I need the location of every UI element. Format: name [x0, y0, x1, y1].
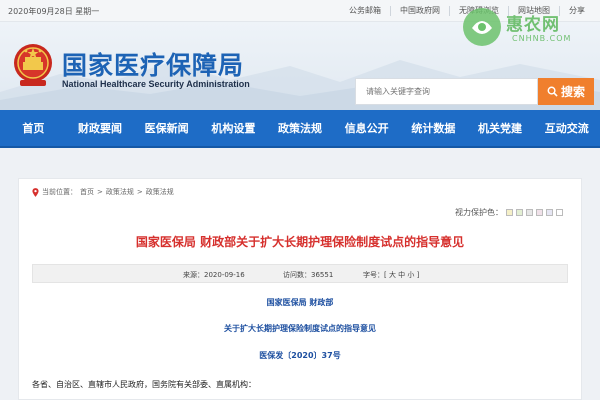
- site-title-cn[interactable]: 国家医疗保障局: [62, 46, 244, 82]
- meta-views: 访问数：36551: [283, 271, 334, 279]
- eye-protect-label: 视力保护色：: [455, 208, 503, 217]
- watermark-text: 惠农网: [506, 15, 560, 35]
- breadcrumb-home[interactable]: 首页: [80, 187, 94, 197]
- breadcrumb-separator: >: [136, 188, 143, 196]
- nav-organization[interactable]: 机构设置: [200, 110, 267, 146]
- link-official-mail[interactable]: 公务邮箱: [340, 6, 390, 16]
- watermark-sub: CNHNB.COM: [512, 34, 572, 43]
- main-nav: 首页 财政要闻 医保新闻 机构设置 政策法规 信息公开 统计数据 机关党建 互动…: [0, 110, 600, 148]
- doc-salutation: 各省、自治区、直辖市人民政府，国务院有关部委、直属机构：: [32, 380, 256, 389]
- search-button[interactable]: 搜索: [538, 78, 594, 105]
- nav-finance-news[interactable]: 财政要闻: [67, 110, 134, 146]
- doc-title: 关于扩大长期护理保险制度试点的指导意见: [224, 324, 376, 333]
- current-date: 2020年09月28日 星期一: [8, 7, 100, 16]
- nav-statistics[interactable]: 统计数据: [400, 110, 467, 146]
- meta-font-size[interactable]: 字号：[ 大 中 小 ]: [363, 270, 419, 280]
- search-icon: [547, 86, 558, 97]
- article-title: 国家医保局 财政部关于扩大长期护理保险制度试点的指导意见: [135, 235, 465, 249]
- breadcrumb-separator: >: [97, 188, 103, 196]
- breadcrumb-policy[interactable]: 政策法规: [106, 187, 134, 197]
- color-swatch-white[interactable]: [556, 209, 563, 216]
- nav-disclosure[interactable]: 信息公开: [333, 110, 400, 146]
- color-swatch-pink[interactable]: [536, 209, 543, 216]
- site-title-en: National Healthcare Security Administrat…: [62, 79, 250, 89]
- color-swatch-yellow[interactable]: [506, 209, 513, 216]
- breadcrumb: 当前位置： 首页 > 政策法规 > 政策法规: [32, 187, 174, 197]
- article-meta-bar: 来源：2020-09-16 访问数：36551 字号：[ 大 中 小 ]: [32, 264, 568, 283]
- breadcrumb-label: 当前位置：: [42, 188, 77, 196]
- link-gov-site[interactable]: 中国政府网: [390, 6, 449, 16]
- nav-policy[interactable]: 政策法规: [267, 110, 334, 146]
- doc-issuer: 国家医保局 财政部: [266, 298, 334, 307]
- breadcrumb-policy-current[interactable]: 政策法规: [146, 187, 174, 197]
- search-input[interactable]: [355, 78, 538, 105]
- color-swatch-gray[interactable]: [526, 209, 533, 216]
- national-emblem-icon: [14, 44, 52, 86]
- search-button-label: 搜索: [560, 85, 585, 99]
- nav-party[interactable]: 机关党建: [467, 110, 534, 146]
- location-pin-icon: [32, 187, 39, 197]
- doc-number: 医保发〔2020〕37号: [259, 351, 341, 360]
- nav-home[interactable]: 首页: [0, 110, 67, 146]
- nav-interaction[interactable]: 互动交流: [533, 110, 600, 146]
- eye-protect-colors: 视力保护色：: [455, 207, 563, 218]
- color-swatch-lavender[interactable]: [546, 209, 553, 216]
- nav-insurance-news[interactable]: 医保新闻: [133, 110, 200, 146]
- meta-date: 来源：2020-09-16: [183, 271, 245, 279]
- color-swatch-green[interactable]: [516, 209, 523, 216]
